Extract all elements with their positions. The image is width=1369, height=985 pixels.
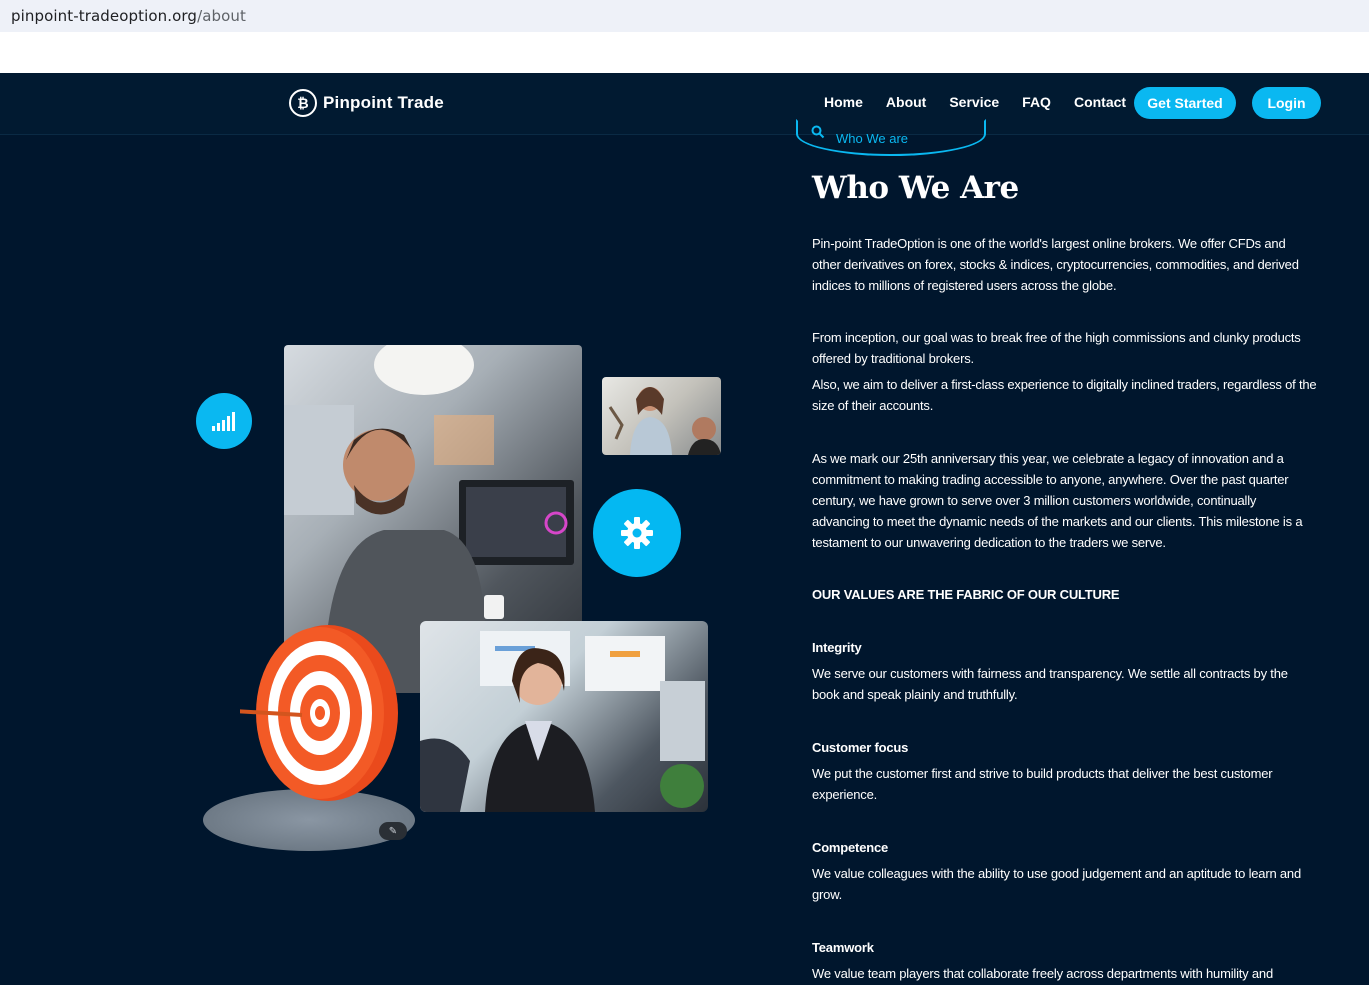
signal-bars-icon <box>196 393 252 449</box>
value-text-integrity: We serve our customers with fairness and… <box>812 666 1288 702</box>
magic-wand-icon[interactable]: ✎ <box>379 822 407 840</box>
browser-url-bar[interactable]: pinpoint-tradeoption.org/about <box>0 0 1369 32</box>
nav-faq[interactable]: FAQ <box>1022 94 1051 110</box>
navbar: ₿ Pinpoint Trade Home About Service FAQ … <box>0 73 1369 135</box>
paragraph-inception: From inception, our goal was to break fr… <box>812 330 1301 366</box>
paragraph-intro: Pin-point TradeOption is one of the worl… <box>812 236 1299 293</box>
value-title-customer-focus: Customer focus <box>812 740 909 755</box>
about-page: ₿ Pinpoint Trade Home About Service FAQ … <box>0 73 1369 985</box>
url-text[interactable]: pinpoint-tradeoption.org/about <box>11 7 246 25</box>
url-domain: pinpoint-tradeoption.org <box>11 7 198 25</box>
dartboard-target-icon <box>199 621 400 809</box>
site-logo[interactable]: ₿ Pinpoint Trade <box>289 89 444 117</box>
value-title-integrity: Integrity <box>812 640 862 655</box>
logo-text: Pinpoint Trade <box>323 93 444 112</box>
value-text-customer-focus: We put the customer first and strive to … <box>812 766 1273 802</box>
paragraph-aim: Also, we aim to deliver a first-class ex… <box>812 377 1317 413</box>
gear-icon <box>593 489 681 577</box>
bitcoin-logo-icon: ₿ <box>289 89 317 117</box>
nav-contact[interactable]: Contact <box>1074 94 1126 110</box>
nav-service[interactable]: Service <box>949 94 999 110</box>
value-title-teamwork: Teamwork <box>812 940 874 955</box>
values-heading: OUR VALUES ARE THE FABRIC OF OUR CULTURE <box>812 587 1120 602</box>
photo-colleagues <box>602 377 721 455</box>
nav-about[interactable]: About <box>886 94 926 110</box>
value-text-competence: We value colleagues with the ability to … <box>812 866 1301 902</box>
photo-woman-presenting <box>420 621 708 812</box>
url-path: /about <box>197 7 246 25</box>
paragraph-anniversary: As we mark our 25th anniversary this yea… <box>812 451 1303 550</box>
value-text-teamwork: We value team players that collaborate f… <box>812 966 1273 981</box>
main-nav: Home About Service FAQ Contact <box>824 94 1149 110</box>
nav-home[interactable]: Home <box>824 94 863 110</box>
search-icon <box>811 125 825 142</box>
get-started-button[interactable]: Get Started <box>1134 87 1236 119</box>
login-button[interactable]: Login <box>1252 87 1321 119</box>
page-title: Who We Are <box>812 170 1019 206</box>
value-title-competence: Competence <box>812 840 889 855</box>
who-we-are-tag: Who We are <box>796 119 986 156</box>
tag-label: Who We are <box>836 131 909 146</box>
browser-gap <box>0 32 1369 73</box>
